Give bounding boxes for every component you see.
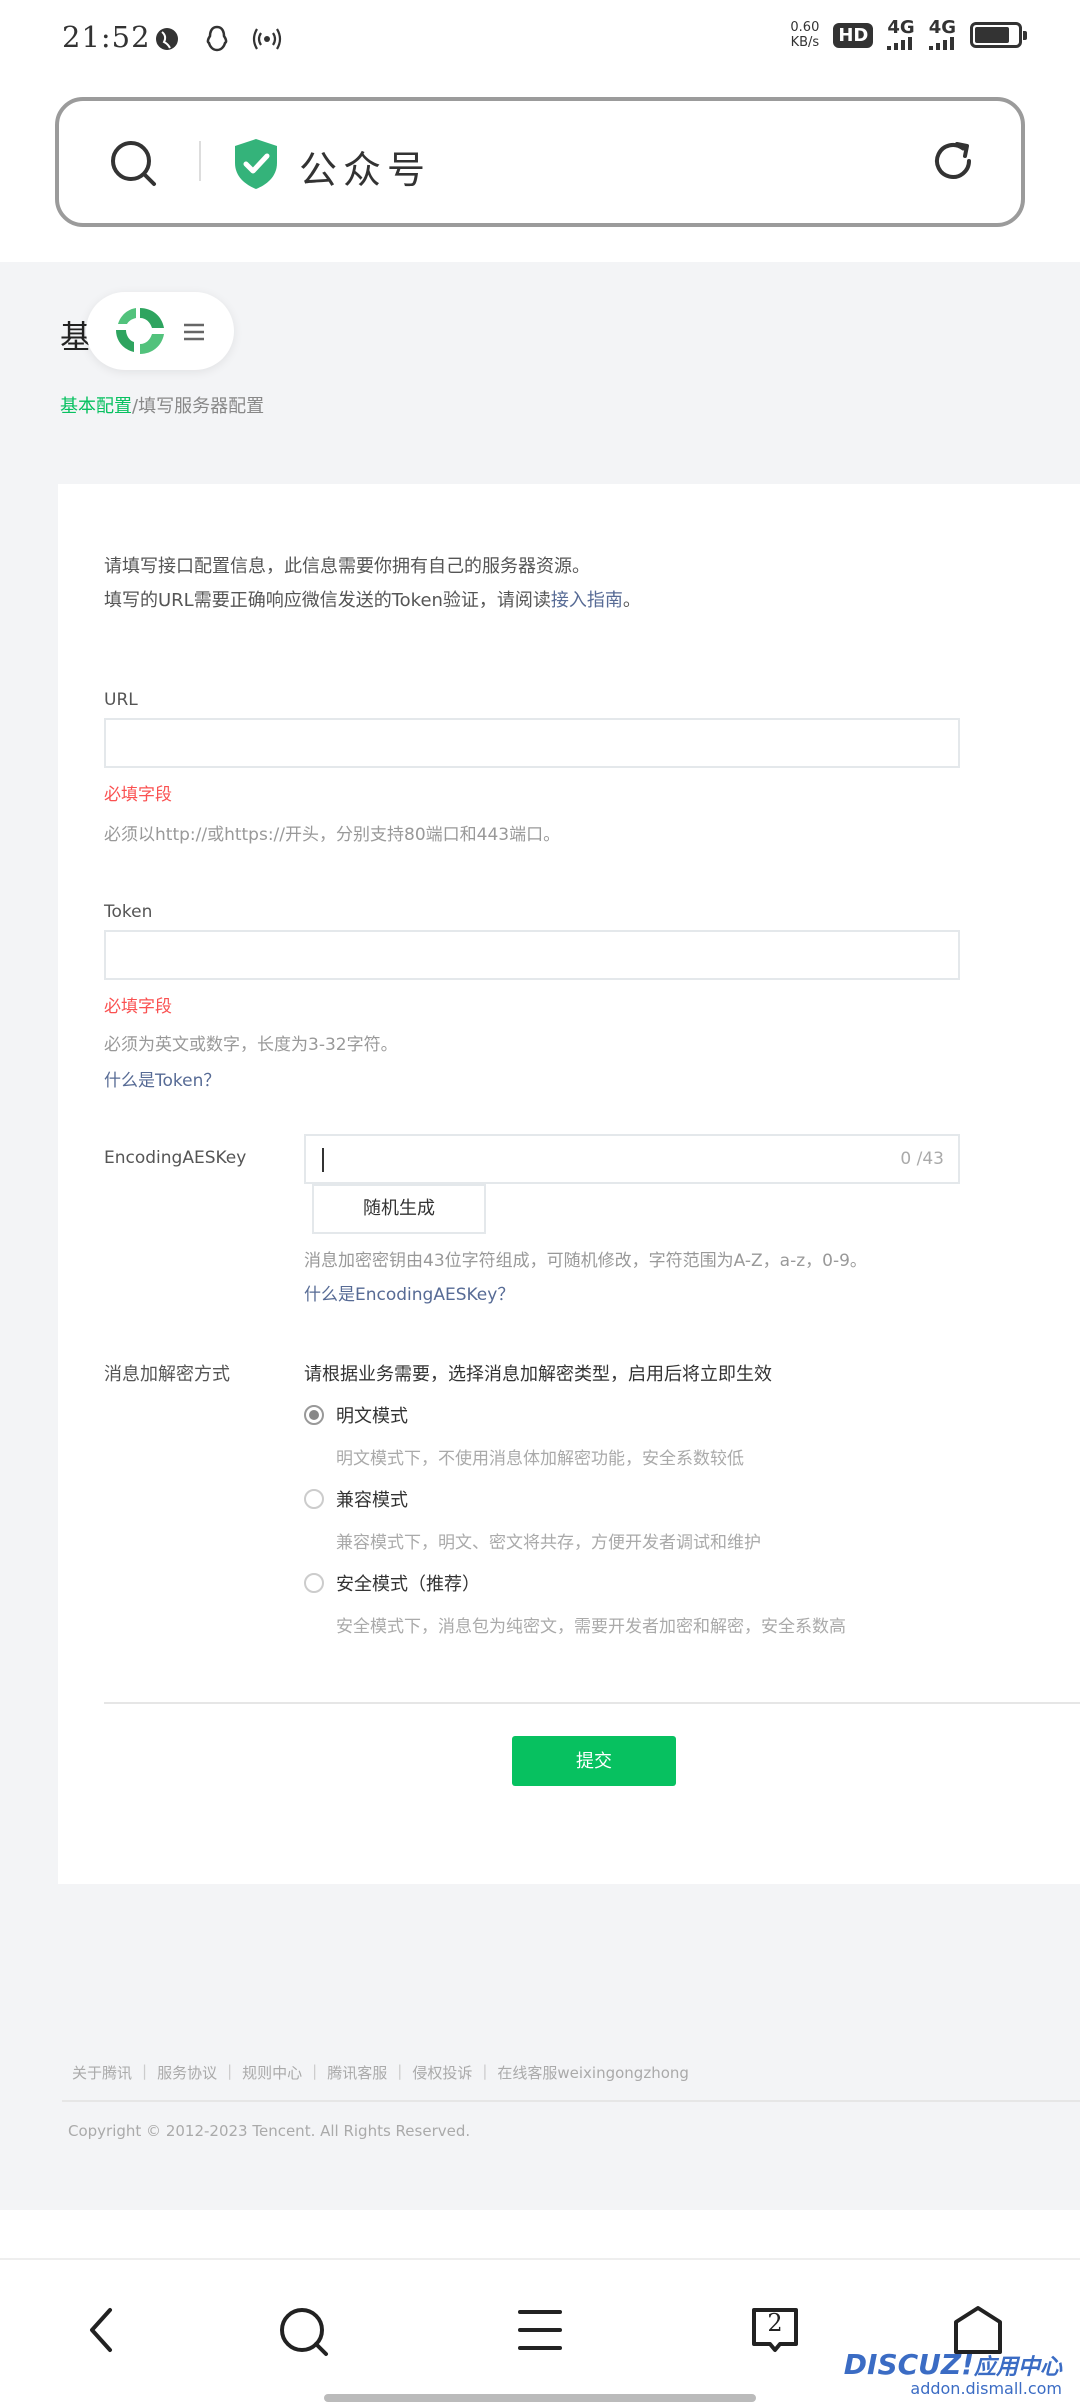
intro-text: 请填写接口配置信息，此信息需要你拥有自己的服务器资源。 填写的URL需要正确响应… (104, 550, 641, 618)
footer-link[interactable]: 服务协议 (157, 2062, 217, 2083)
copyright: Copyright © 2012-2023 Tencent. All Right… (68, 2122, 471, 2140)
encryption-mode-label: 消息加解密方式 (104, 1364, 230, 1385)
sim1-label: 4G (887, 17, 915, 38)
watermark-title: DISCUZ!应用中心 (844, 2348, 1062, 2381)
hotspot-icon (252, 24, 282, 54)
sim1-signal: 4G (887, 17, 915, 50)
sim2-signal: 4G (928, 17, 956, 50)
status-right: 0.60 KB/s HD 4G 4G (790, 17, 1027, 50)
footer-separator: | (227, 2062, 233, 2080)
footer-separator: | (312, 2062, 318, 2080)
status-bar: 21:52 0.60 KB/s HD 4G 4G (0, 0, 1080, 80)
random-generate-button[interactable]: 随机生成 (312, 1184, 486, 1234)
watermark-suffix: 应用中心 (973, 2355, 1062, 2380)
breadcrumb-current: 填写服务器配置 (138, 396, 265, 417)
intro-line-1: 请填写接口配置信息，此信息需要你拥有自己的服务器资源。 (104, 556, 590, 577)
speed-value: 0.60 (790, 20, 820, 35)
radio-label: 安全模式（推荐） (336, 1574, 480, 1595)
address-title: 公众号 (299, 148, 432, 192)
verified-shield-icon (231, 137, 281, 195)
address-bar[interactable]: 公众号 (55, 97, 1025, 227)
signal-bars-icon (887, 36, 913, 50)
radio-option-compatible[interactable]: 兼容模式 (304, 1486, 408, 1512)
back-icon[interactable] (82, 2304, 122, 2360)
qq-icon (202, 24, 232, 54)
token-error: 必填字段 (104, 997, 172, 1017)
status-left-icons (152, 24, 282, 54)
text-cursor (322, 1148, 324, 1172)
intro-line-2-suffix: 。 (622, 590, 641, 611)
footer-link[interactable]: 侵权投诉 (412, 2062, 472, 2083)
breadcrumb-link-basic-config[interactable]: 基本配置 (60, 396, 132, 417)
footer-separator: | (142, 2062, 148, 2080)
tab-count: 2 (767, 2309, 783, 2337)
token-hint: 必须为英文或数字，长度为3-32字符。 (104, 1035, 398, 1055)
token-input[interactable] (104, 930, 960, 980)
what-is-aes-key-link[interactable]: 什么是EncodingAESKey？ (304, 1280, 514, 1305)
network-speed: 0.60 KB/s (790, 20, 819, 50)
app-logo-icon (112, 304, 168, 362)
speed-unit: KB/s (790, 35, 820, 50)
battery-icon (970, 22, 1027, 48)
intro-line-2: 填写的URL需要正确响应微信发送的Token验证，请阅读接入指南。 (104, 584, 641, 618)
url-error: 必填字段 (104, 785, 172, 805)
radio-description: 明文模式下，不使用消息体加解密功能，安全系数较低 (336, 1449, 744, 1469)
sim2-label: 4G (928, 17, 956, 38)
radio-checked-icon[interactable] (304, 1405, 324, 1425)
url-input[interactable] (104, 718, 960, 768)
home-indicator[interactable] (324, 2394, 756, 2402)
signal-bars-icon (928, 36, 954, 50)
footer-divider (62, 2100, 1080, 2102)
footer-link[interactable]: 在线客服weixingongzhong (497, 2062, 689, 2083)
tabs-button[interactable]: 2 (750, 2304, 800, 2354)
footer-link[interactable]: 关于腾讯 (72, 2062, 132, 2083)
aes-key-input[interactable]: 0 /43 (304, 1134, 960, 1184)
encryption-mode-description: 请根据业务需要，选择消息加解密类型，启用后将立即生效 (304, 1364, 772, 1385)
radio-option-secure[interactable]: 安全模式（推荐） (304, 1570, 480, 1596)
address-divider (199, 141, 201, 181)
search-icon[interactable] (276, 2304, 332, 2364)
url-label: URL (104, 690, 138, 710)
footer-link[interactable]: 规则中心 (242, 2062, 302, 2083)
footer-link[interactable]: 腾讯客服 (327, 2062, 387, 2083)
radio-description: 安全模式下，消息包为纯密文，需要开发者加密和解密，安全系数高 (336, 1617, 846, 1637)
globe-icon (152, 24, 182, 54)
menu-icon[interactable] (182, 322, 206, 346)
server-config-card: 请填写接口配置信息，此信息需要你拥有自己的服务器资源。 填写的URL需要正确响应… (58, 484, 1080, 1884)
url-hint: 必须以http://或https://开头，分别支持80端口和443端口。 (104, 825, 561, 845)
footer-separator: | (397, 2062, 403, 2080)
radio-description: 兼容模式下，明文、密文将共存，方便开发者调试和维护 (336, 1533, 761, 1553)
radio-unchecked-icon[interactable] (304, 1489, 324, 1509)
aes-key-counter: 0 /43 (900, 1149, 944, 1169)
what-is-token-link[interactable]: 什么是Token？ (104, 1066, 220, 1091)
radio-unchecked-icon[interactable] (304, 1573, 324, 1593)
access-guide-link[interactable]: 接入指南 (551, 590, 623, 611)
intro-line-2-prefix: 填写的URL需要正确响应微信发送的Token验证，请阅读 (104, 590, 551, 611)
footer-separator: | (482, 2062, 488, 2080)
hd-badge: HD (833, 22, 874, 48)
menu-icon[interactable] (516, 2304, 564, 2360)
radio-option-plaintext[interactable]: 明文模式 (304, 1402, 408, 1428)
aes-key-hint: 消息加密密钥由43位字符组成，可随机修改，字符范围为A-Z，a-z，0-9。 (304, 1251, 867, 1271)
status-time: 21:52 (62, 20, 151, 54)
watermark-logo: DISCUZ!应用中心 addon.dismall.com (844, 2348, 1062, 2398)
submit-button[interactable]: 提交 (512, 1736, 676, 1786)
token-label: Token (104, 902, 153, 922)
floating-assistant[interactable] (86, 292, 234, 370)
aes-key-label: EncodingAESKey (104, 1148, 247, 1168)
radio-label: 兼容模式 (336, 1490, 408, 1511)
watermark-brand: DISCUZ! (843, 2348, 974, 2381)
watermark-subtitle: addon.dismall.com (910, 2379, 1062, 2398)
breadcrumb: 基本配置/填写服务器配置 (60, 392, 264, 418)
browser-toolbar: 公众号 (0, 80, 1080, 262)
search-icon[interactable] (107, 137, 159, 193)
refresh-icon[interactable] (927, 135, 979, 191)
form-divider (104, 1702, 1080, 1704)
radio-label: 明文模式 (336, 1406, 408, 1427)
footer-links: 关于腾讯 | 服务协议 | 规则中心 | 腾讯客服 | 侵权投诉 | 在线客服weixin… (72, 2062, 689, 2083)
